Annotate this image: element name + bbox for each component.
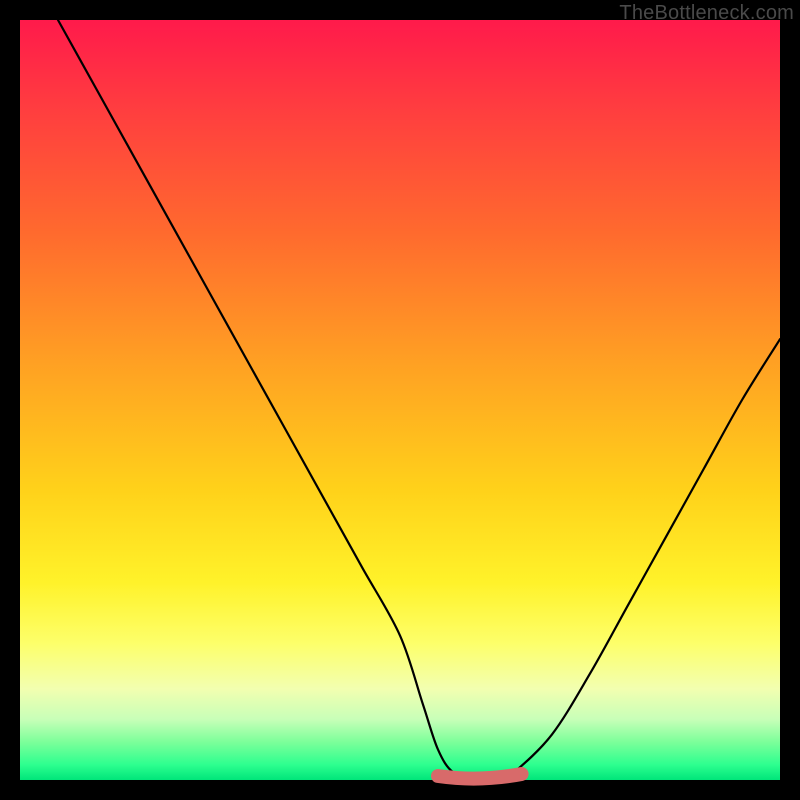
trough-marker: [438, 774, 522, 779]
bottleneck-curve-line: [58, 20, 780, 781]
plot-area: [20, 20, 780, 780]
chart-frame: TheBottleneck.com: [0, 0, 800, 800]
bottleneck-chart-svg: [20, 20, 780, 780]
